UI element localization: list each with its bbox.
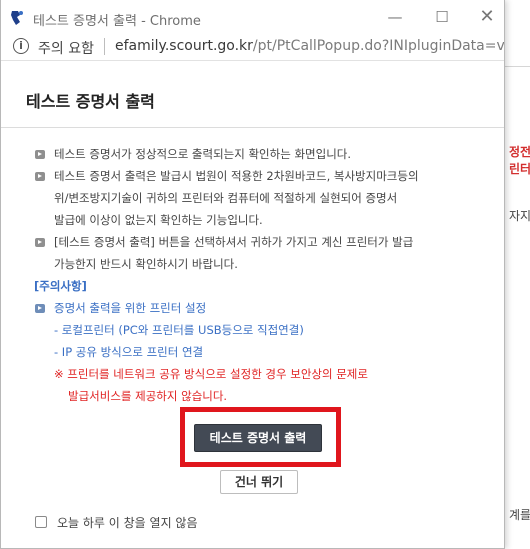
bullet-icon — [35, 172, 45, 181]
court-logo-icon — [8, 9, 26, 27]
bullet-icon — [35, 304, 45, 313]
address-bar[interactable]: i 주의 요함 efamily.scourt.go.kr/pt/PtCallPo… — [1, 36, 504, 61]
info-line: 위/변조방지기술이 귀하의 프린터와 컴퓨터에 적절하게 실현되어 증명서 — [54, 191, 398, 205]
page-title: 테스트 증명서 출력 — [26, 92, 155, 111]
info-line: 발급에 이상이 없는지 확인하는 기능입니다. — [54, 213, 263, 227]
info-line: 테스트 증명서 출력은 발급시 법원이 적용한 2차원바코드, 복사방지마크등의 — [54, 169, 419, 183]
maximize-button[interactable]: ☐ — [431, 6, 453, 28]
ip-printer-text: - IP 공유 방식으로 프린터 연결 — [54, 345, 204, 359]
background-text: 자지 — [509, 209, 530, 223]
bullet-icon — [35, 238, 45, 247]
warning-text: 발급서비스를 제공하지 않습니다. — [68, 389, 228, 403]
info-line: 테스트 증명서가 정상적으로 출력되는지 확인하는 화면입니다. — [54, 147, 352, 161]
close-button[interactable]: ✕ — [476, 6, 498, 28]
notice-heading: [주의사항] — [34, 279, 87, 293]
print-test-certificate-button[interactable]: 테스트 증명서 출력 — [194, 424, 322, 452]
bullet-icon — [35, 150, 45, 159]
url-text[interactable]: efamily.scourt.go.kr/pt/PtCallPopup.do?I… — [115, 38, 505, 54]
printer-setup-text: 증명서 출력을 위한 프린터 설정 — [54, 301, 207, 315]
skip-button[interactable]: 건너 뛰기 — [220, 470, 298, 494]
window-title: 테스트 증명서 출력 - Chrome — [33, 14, 201, 29]
info-line: [테스트 증명서 출력] 버튼을 선택하셔서 귀하가 가지고 계신 프린터가 발… — [54, 235, 414, 249]
dont-show-today-checkbox[interactable] — [35, 516, 47, 528]
info-icon[interactable]: i — [13, 38, 29, 54]
url-path: /pt/PtCallPopup.do?INIpluginData=vf... — [252, 38, 505, 54]
background-divider — [505, 66, 530, 67]
background-text: 계를 — [509, 508, 530, 522]
address-separator — [104, 38, 105, 55]
url-host: efamily.scourt.go.kr — [115, 38, 253, 54]
security-warning[interactable]: 주의 요함 — [38, 38, 94, 58]
minimize-button[interactable]: — — [384, 6, 406, 28]
warning-text: ※ 프린터를 네트워크 공유 방식으로 설정한 경우 보안상의 문제로 — [54, 367, 368, 381]
background-text: 린터 — [509, 162, 530, 176]
popup-header: 테스트 증명서 출력 — [1, 62, 504, 128]
title-bar[interactable]: 테스트 증명서 출력 - Chrome — ☐ ✕ — [1, 0, 504, 36]
background-text: 정전 — [509, 145, 530, 159]
local-printer-text: - 로컬프린터 (PC와 프린터를 USB등으로 직접연결) — [54, 323, 304, 337]
info-line: 가능한지 반드시 확인하시기 바랍니다. — [54, 257, 238, 271]
dont-show-today-label[interactable]: 오늘 하루 이 창을 열지 않음 — [57, 514, 198, 531]
